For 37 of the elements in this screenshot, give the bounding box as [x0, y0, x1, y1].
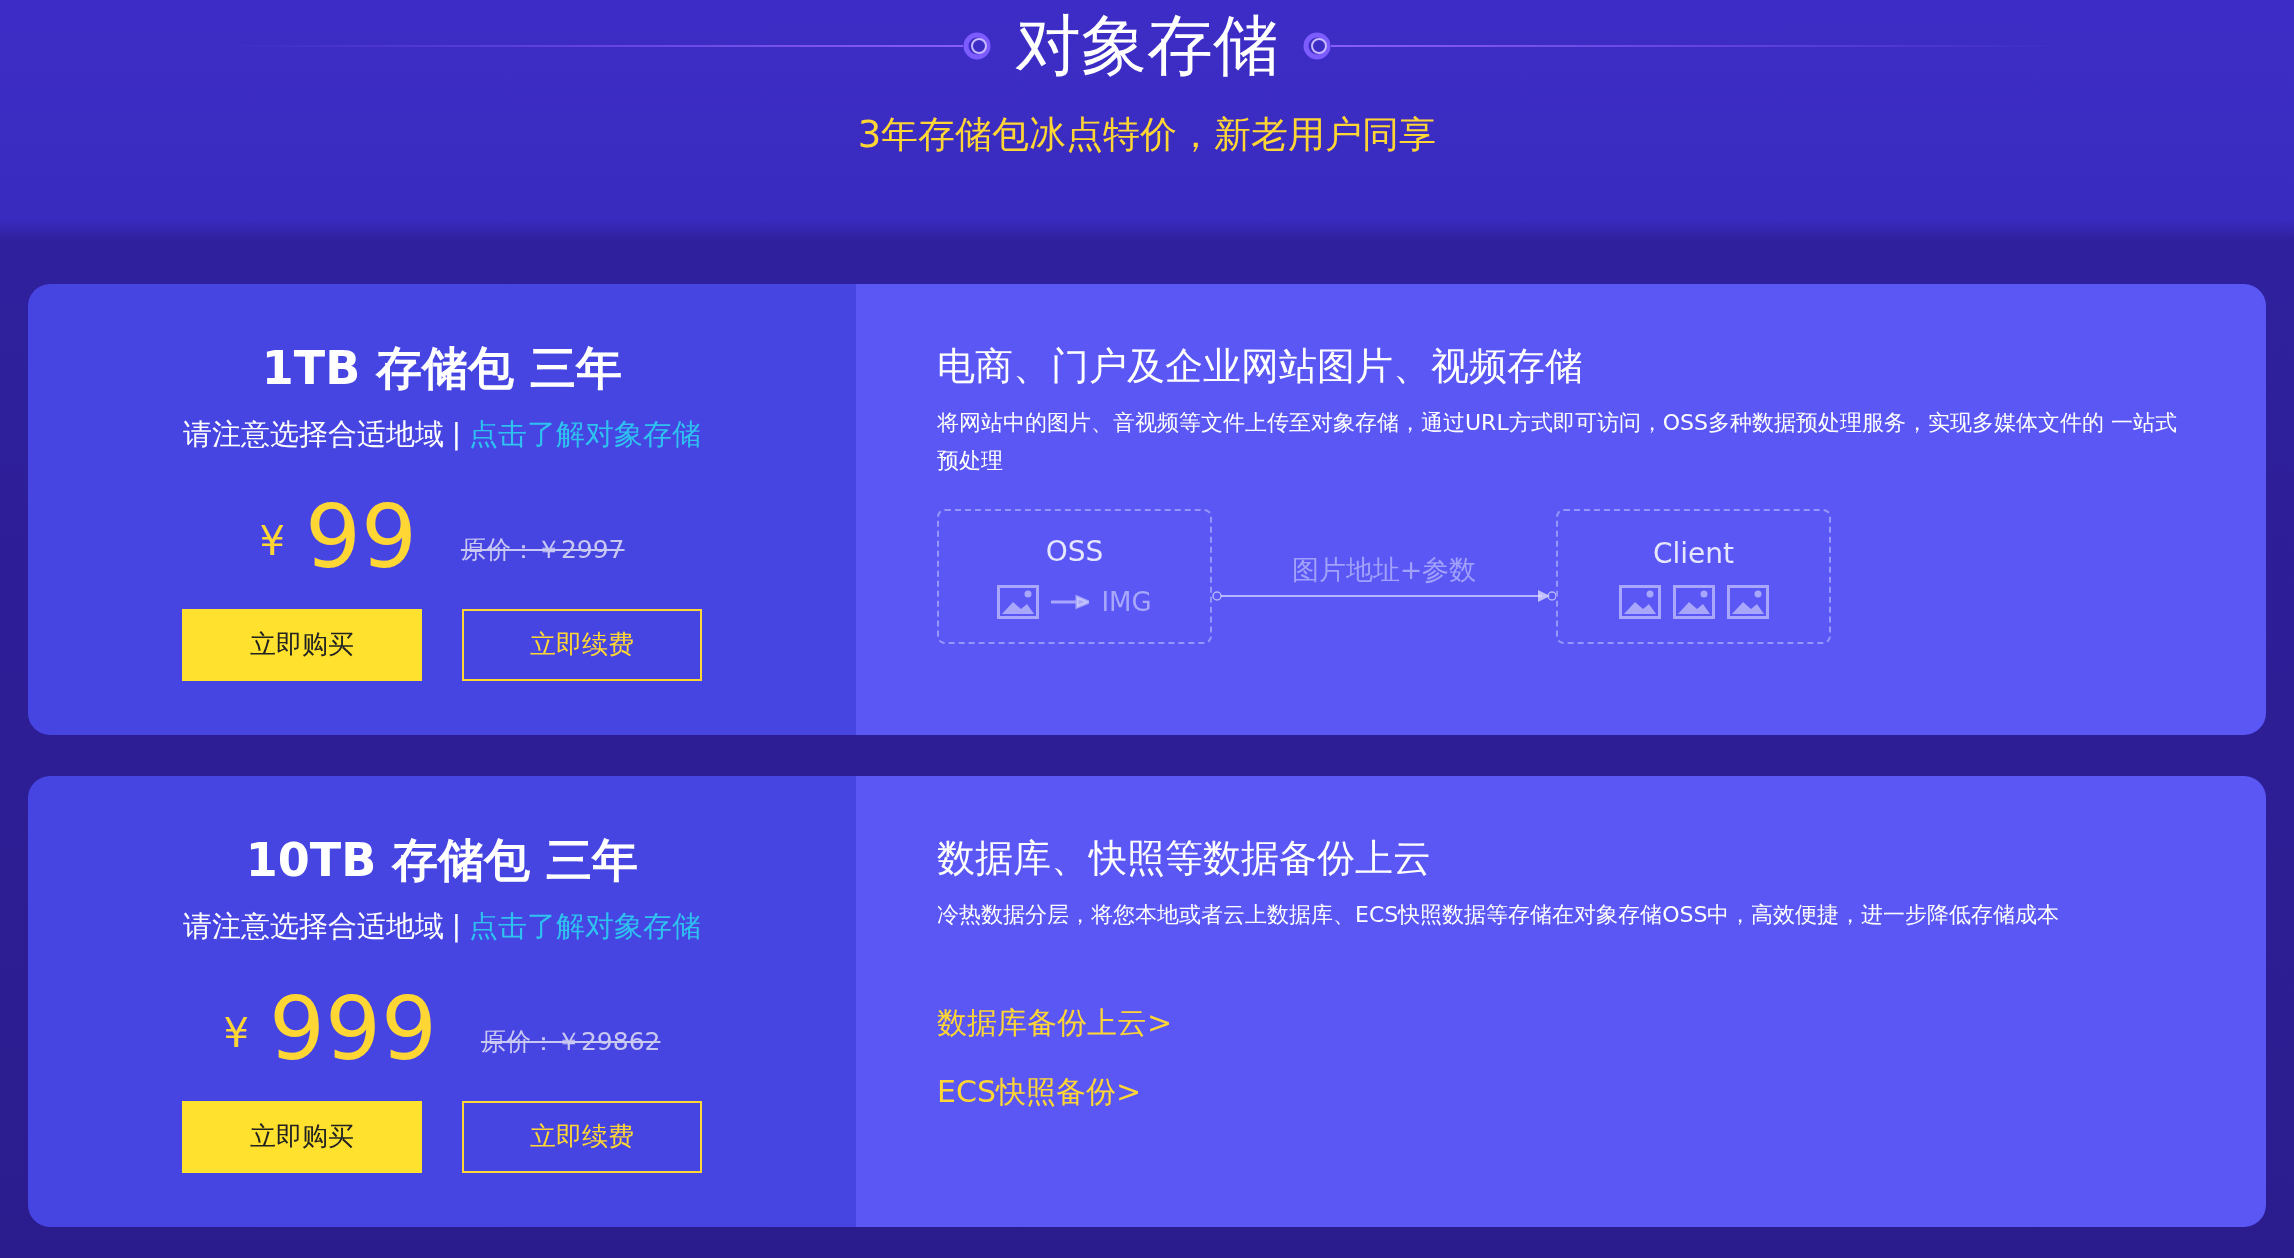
feature-heading: 电商、门户及企业网站图片、视频存储	[937, 344, 1584, 390]
ring-icon	[963, 31, 991, 60]
separator-text: |	[451, 416, 462, 453]
page-title: 对象存储	[1015, 6, 1279, 86]
box-label: OSS	[1045, 533, 1104, 570]
plan-title: 10TB 存储包 三年	[245, 832, 639, 889]
feature-description: 将网站中的图片、音视频等文件上传至对象存储，通过URL方式即可访问，OSS多种数据预处理服务，实现多媒体文件的 一站式预处理	[937, 408, 2178, 476]
image-icon	[1726, 585, 1769, 620]
price: 999	[268, 984, 437, 1073]
renew-button[interactable]: 立即续费	[462, 1100, 702, 1173]
ring-icon	[1303, 31, 1331, 60]
learn-more-link[interactable]: 点击了解对象存储	[469, 413, 702, 457]
region-note: 请注意选择合适地域	[182, 908, 444, 945]
separator-text: |	[451, 908, 462, 945]
arrow-icon	[1051, 594, 1090, 611]
price: 99	[304, 492, 417, 581]
image-icon	[1618, 585, 1661, 620]
image-icon	[1672, 585, 1715, 620]
feature-link[interactable]: 数据库备份上云>	[937, 1000, 2186, 1046]
feature-link[interactable]: ECS快照备份>	[937, 1069, 2186, 1115]
renew-button[interactable]: 立即续费	[462, 608, 702, 681]
original-price: 原价：￥29862	[480, 1026, 661, 1058]
region-note: 请注意选择合适地域	[182, 416, 444, 453]
original-price: 原价：￥2997	[460, 534, 625, 566]
plan-title: 1TB 存储包 三年	[261, 340, 623, 397]
currency-symbol: ¥	[223, 1008, 249, 1058]
learn-more-link[interactable]: 点击了解对象存储	[469, 905, 702, 949]
box-label: Client	[1652, 536, 1735, 573]
feature-description: 冷热数据分层，将您本地或者云上数据库、ECS快照数据等存储在对象存储OSS中，高效便捷，进一步降低存储成本	[937, 900, 2061, 929]
currency-symbol: ¥	[259, 516, 285, 566]
buy-button[interactable]: 立即购买	[182, 1100, 422, 1173]
image-icon	[997, 585, 1040, 620]
arrow-label: 图片地址+参数	[1291, 552, 1477, 587]
subtitle: 3年存储包冰点特价，新老用户同享	[857, 112, 1437, 159]
feature-heading: 数据库、快照等数据备份上云	[937, 836, 1432, 882]
buy-button[interactable]: 立即购买	[182, 608, 422, 681]
output-label: IMG	[1101, 585, 1152, 619]
